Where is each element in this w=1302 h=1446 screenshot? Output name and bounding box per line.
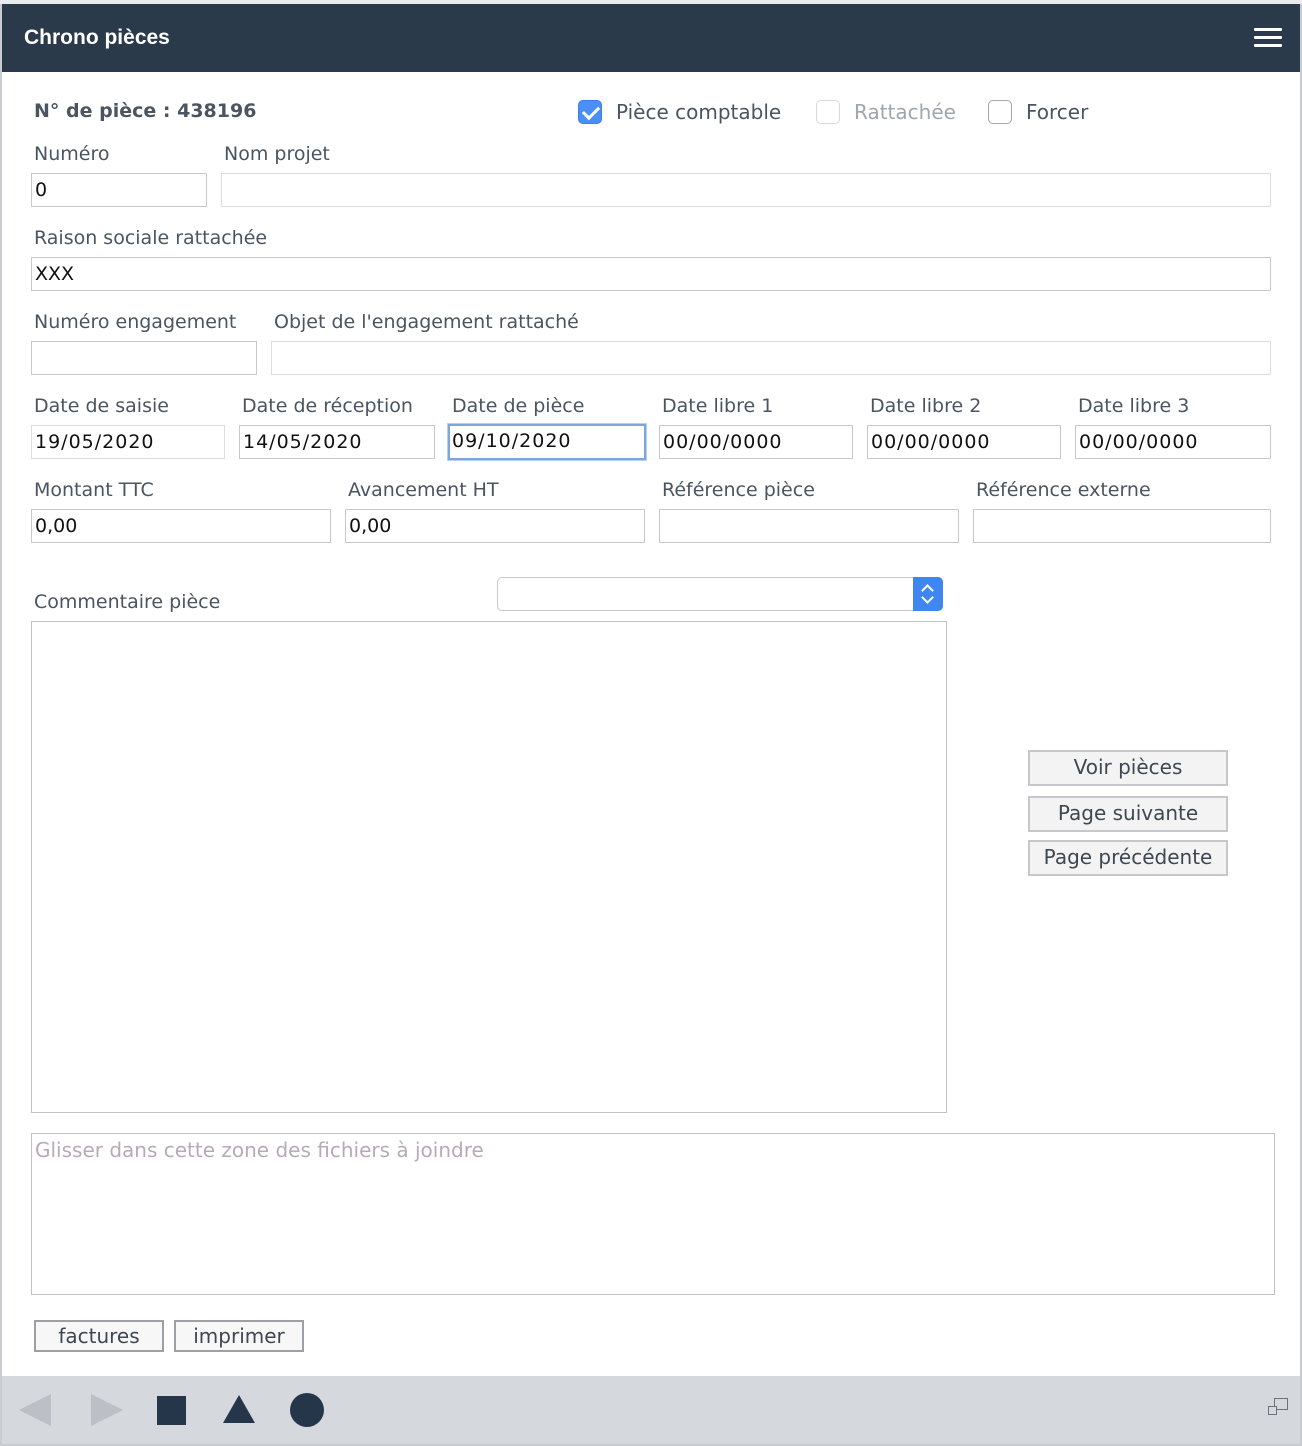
hamburger-menu-icon[interactable] (1254, 28, 1282, 48)
forcer-checkbox[interactable] (988, 100, 1012, 124)
voir-pieces-button[interactable]: Voir pièces (1028, 750, 1228, 786)
numero-engagement-label: Numéro engagement (34, 311, 237, 333)
rattachee-label: Rattachée (854, 100, 956, 124)
nom-projet-field[interactable] (221, 173, 1271, 207)
square-icon[interactable] (157, 1396, 186, 1425)
select-arrows-icon (913, 577, 943, 611)
piece-comptable-checkbox[interactable] (578, 100, 602, 124)
nom-projet-label: Nom projet (224, 143, 330, 165)
triangle-icon[interactable] (223, 1395, 255, 1423)
date-libre-1-label: Date libre 1 (662, 395, 774, 417)
reference-piece-field[interactable] (659, 509, 959, 543)
reference-externe-label: Référence externe (976, 479, 1151, 501)
circle-icon[interactable] (290, 1393, 324, 1427)
avancement-ht-field[interactable]: 0,00 (345, 509, 645, 543)
imprimer-button[interactable]: imprimer (174, 1320, 304, 1352)
app-header: Chrono pièces (2, 4, 1300, 72)
forward-icon[interactable] (91, 1394, 123, 1426)
forcer-label: Forcer (1026, 100, 1089, 124)
reference-externe-field[interactable] (973, 509, 1271, 543)
commentaire-textarea[interactable] (31, 621, 947, 1113)
rattachee-checkbox[interactable] (816, 100, 840, 124)
date-libre-3-label: Date libre 3 (1078, 395, 1190, 417)
numero-engagement-field[interactable] (31, 341, 257, 375)
commentaire-label: Commentaire pièce (34, 591, 221, 613)
dropzone-placeholder: Glisser dans cette zone des fichiers à j… (35, 1138, 484, 1162)
piece-number: N° de pièce : 438196 (34, 100, 257, 122)
avancement-ht-label: Avancement HT (348, 479, 499, 501)
numero-field[interactable]: 0 (31, 173, 207, 207)
montant-ttc-field[interactable]: 0,00 (31, 509, 331, 543)
page-suivante-button[interactable]: Page suivante (1028, 796, 1228, 832)
date-saisie-label: Date de saisie (34, 395, 169, 417)
date-libre-3-field[interactable]: 00/00/0000 (1075, 425, 1271, 459)
objet-engagement-field[interactable] (271, 341, 1271, 375)
file-dropzone[interactable]: Glisser dans cette zone des fichiers à j… (31, 1133, 1275, 1295)
factures-button[interactable]: factures (34, 1320, 164, 1352)
date-reception-field[interactable]: 14/05/2020 (239, 425, 435, 459)
date-libre-2-label: Date libre 2 (870, 395, 982, 417)
commentaire-select[interactable] (497, 577, 943, 611)
back-icon[interactable] (19, 1394, 51, 1426)
date-saisie-field[interactable]: 19/05/2020 (31, 425, 225, 459)
date-reception-label: Date de réception (242, 395, 413, 417)
numero-label: Numéro (34, 143, 110, 165)
raison-sociale-label: Raison sociale rattachée (34, 227, 268, 249)
montant-ttc-label: Montant TTC (34, 479, 154, 501)
page-precedente-button[interactable]: Page précédente (1028, 840, 1228, 876)
date-libre-1-field[interactable]: 00/00/0000 (659, 425, 853, 459)
date-piece-field[interactable]: 09/10/2020 (448, 424, 646, 460)
app-title: Chrono pièces (24, 26, 170, 49)
date-libre-2-field[interactable]: 00/00/0000 (867, 425, 1061, 459)
resize-window-icon[interactable] (1268, 1398, 1288, 1418)
date-piece-label: Date de pièce (452, 395, 585, 417)
reference-piece-label: Référence pièce (662, 479, 815, 501)
raison-sociale-field[interactable]: XXX (31, 257, 1271, 291)
bottom-toolbar (2, 1376, 1300, 1444)
objet-engagement-label: Objet de l'engagement rattaché (274, 311, 579, 333)
piece-comptable-label: Pièce comptable (616, 100, 782, 124)
